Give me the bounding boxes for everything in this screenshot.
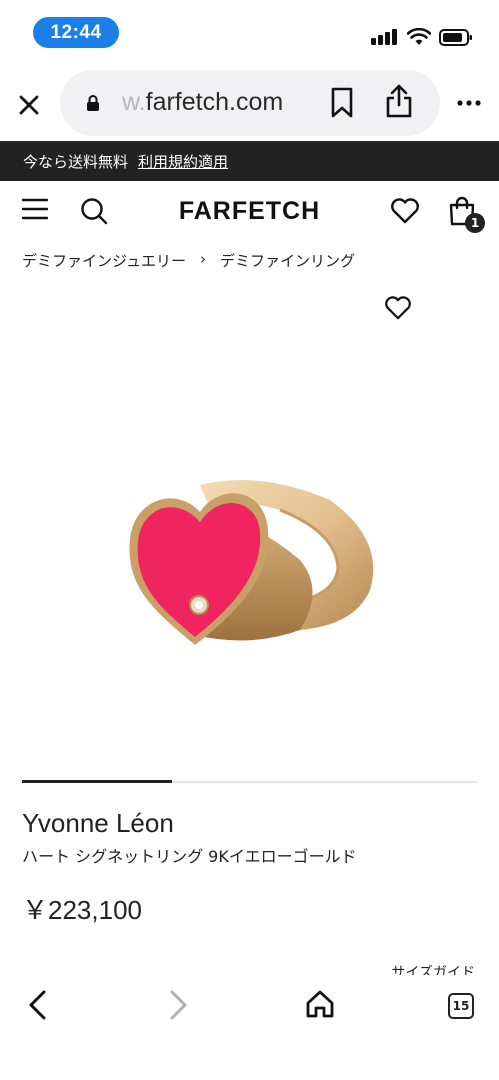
status-time: 12:44 xyxy=(33,17,119,48)
status-bar: 12:44 xyxy=(0,0,499,62)
bag-count-badge: 1 xyxy=(465,213,485,233)
breadcrumb-subcategory[interactable]: デミファインリング xyxy=(220,250,355,271)
product-price: ￥223,100 xyxy=(22,895,142,925)
wifi-icon xyxy=(407,28,431,45)
lock-icon xyxy=(87,95,99,111)
browser-url-bar: w.farfetch.com xyxy=(0,68,499,140)
carousel-progress xyxy=(22,780,173,783)
forward-icon[interactable] xyxy=(166,989,190,1021)
tabs-count-button[interactable]: 15 xyxy=(448,993,474,1019)
promo-banner: 今なら送料無料 利用規約適用 xyxy=(0,141,499,181)
farfetch-logo[interactable]: FARFETCH xyxy=(0,197,499,226)
site-header: FARFETCH xyxy=(0,186,499,238)
signal-icon xyxy=(371,29,397,45)
product-image[interactable] xyxy=(100,440,400,680)
back-icon[interactable] xyxy=(26,989,50,1021)
browser-toolbar xyxy=(0,975,499,1035)
promo-terms-link[interactable]: 利用規約適用 xyxy=(138,151,228,172)
breadcrumb-separator: › xyxy=(199,250,206,268)
bookmark-icon[interactable] xyxy=(330,87,354,119)
more-options-icon[interactable] xyxy=(457,100,481,106)
battery-icon xyxy=(439,28,472,46)
address-field[interactable]: w.farfetch.com xyxy=(60,70,440,136)
breadcrumb: デミファインジュエリー › デミファインリング xyxy=(22,250,355,271)
image-carousel-indicator xyxy=(22,780,477,783)
product-brand[interactable]: Yvonne Léon xyxy=(22,808,174,839)
close-icon[interactable] xyxy=(14,90,44,120)
share-icon[interactable] xyxy=(385,83,413,119)
promo-text: 今なら送料無料 xyxy=(23,152,129,171)
home-icon[interactable] xyxy=(305,989,335,1019)
url-domain: farfetch.com xyxy=(145,88,284,116)
heart-icon[interactable] xyxy=(390,198,420,224)
url-faded-prefix: w. xyxy=(122,88,146,116)
add-to-wishlist-icon[interactable] xyxy=(384,296,412,320)
breadcrumb-category[interactable]: デミファインジュエリー xyxy=(22,250,186,271)
url-text: w.farfetch.com xyxy=(122,88,283,117)
status-icons xyxy=(371,28,473,46)
product-name: ハート シグネットリング 9Kイエローゴールド xyxy=(22,847,357,866)
